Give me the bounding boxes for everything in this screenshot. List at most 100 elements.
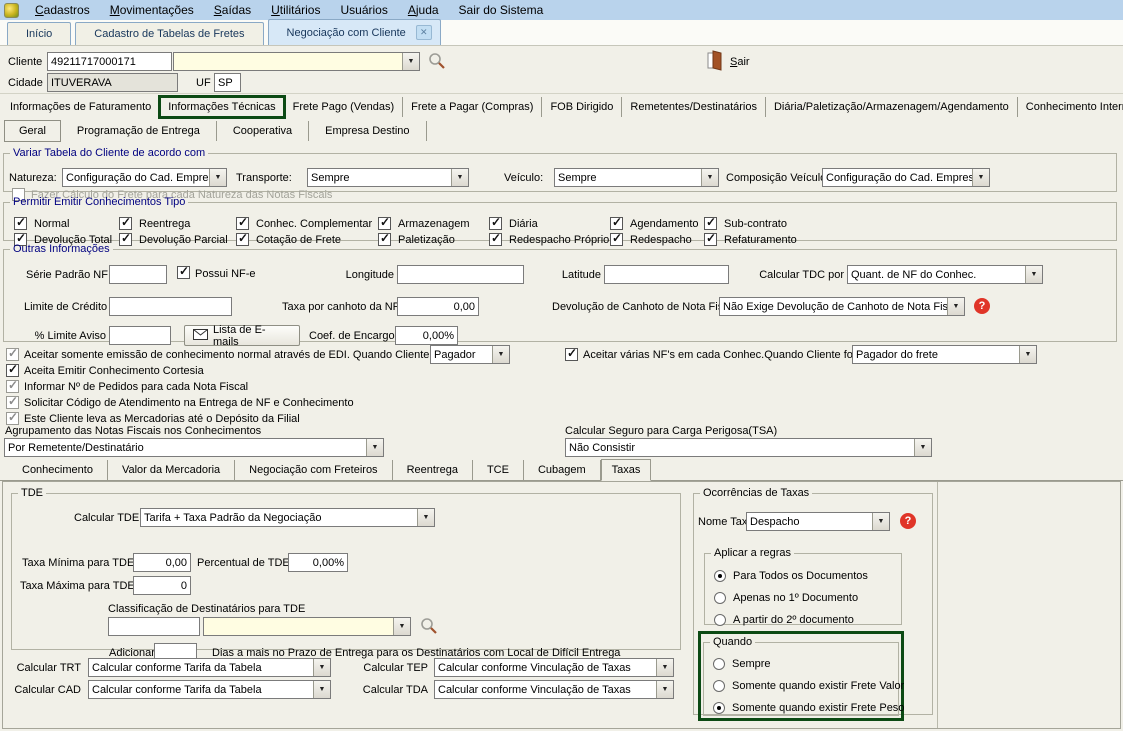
- tab-conhecimento[interactable]: Conhecimento: [8, 460, 108, 480]
- checkbox-sub-contrato[interactable]: ✓: [704, 215, 717, 230]
- taxa-minima-input[interactable]: [133, 553, 191, 572]
- checkbox-reentrega[interactable]: ✓: [119, 215, 132, 230]
- tab-cooperativa[interactable]: Cooperativa: [217, 120, 310, 141]
- tab-negociacao-freteiros[interactable]: Negociação com Freteiros: [235, 460, 393, 480]
- checkbox-diaria[interactable]: ✓: [489, 215, 502, 230]
- radio-frete-valor[interactable]: [713, 680, 725, 692]
- tab-programacao-entrega[interactable]: Programação de Entrega: [61, 120, 217, 141]
- classificacao-codigo-input[interactable]: [108, 617, 200, 636]
- pedidos-checkbox[interactable]: ✓: [6, 378, 19, 393]
- menu-usuarios[interactable]: Usuários: [330, 0, 397, 20]
- tab-inicio[interactable]: Início: [7, 22, 72, 45]
- door-exit-icon[interactable]: [707, 50, 723, 74]
- varias-nf-checkbox[interactable]: ✓: [565, 346, 578, 361]
- radio-a-partir-2-documento[interactable]: [714, 614, 726, 626]
- tab-informacoes-faturamento[interactable]: Informações de Faturamento: [2, 97, 161, 117]
- cliente-code-input[interactable]: [47, 52, 172, 71]
- tab-geral[interactable]: Geral: [4, 119, 61, 142]
- tab-cubagem[interactable]: Cubagem: [524, 460, 601, 480]
- varias-nf-cliente-combo[interactable]: Pagador do frete ▼: [852, 345, 1037, 364]
- classificacao-search-icon[interactable]: [420, 617, 438, 638]
- menu-sair-do-sistema[interactable]: Sair do Sistema: [449, 0, 554, 20]
- lista-emails-button[interactable]: Lista de E-mails: [184, 324, 300, 348]
- deposito-checkbox[interactable]: ✓: [6, 410, 19, 425]
- veiculo-combo[interactable]: Sempre ▼: [554, 168, 719, 187]
- tab-negociacao-com-cliente[interactable]: Negociação com Cliente ✕: [267, 19, 441, 45]
- menu-cadastros[interactable]: Cadastros: [25, 0, 100, 20]
- tab-remetentes-destinatarios[interactable]: Remetentes/Destinatários: [622, 97, 766, 117]
- limite-credito-input[interactable]: [109, 297, 232, 316]
- checkbox-armazenagem[interactable]: ✓: [378, 215, 391, 230]
- close-tab-icon[interactable]: ✕: [415, 25, 432, 40]
- tab-taxas[interactable]: Taxas: [600, 459, 652, 481]
- help-nome-taxa-icon[interactable]: ?: [900, 513, 916, 529]
- tab-frete-pago-vendas[interactable]: Frete Pago (Vendas): [285, 97, 404, 117]
- radio-todos-documentos[interactable]: [714, 570, 726, 582]
- varias-nf-label: Aceitar várias NF's em cada Conhec.Quand…: [583, 349, 857, 361]
- cliente-name-combo[interactable]: ▼: [173, 52, 420, 71]
- label-conhec-complementar: Conhec. Complementar: [256, 218, 373, 230]
- atendimento-checkbox[interactable]: ✓: [6, 394, 19, 409]
- composicao-veiculo-combo[interactable]: Configuração do Cad. Empresas ▼: [822, 168, 990, 187]
- tab-fob-dirigido[interactable]: FOB Dirigido: [542, 97, 623, 117]
- label-diaria: Diária: [509, 218, 538, 230]
- calcular-tde-value: Tarifa + Taxa Padrão da Negociação: [144, 512, 322, 524]
- checkbox-agendamento[interactable]: ✓: [610, 215, 623, 230]
- menu-ajuda[interactable]: Ajuda: [398, 0, 449, 20]
- radio-frete-peso[interactable]: [713, 702, 725, 714]
- search-icon[interactable]: [428, 52, 446, 73]
- calcular-tde-combo[interactable]: Tarifa + Taxa Padrão da Negociação ▼: [140, 508, 435, 527]
- edi-cliente-combo[interactable]: Pagador ▼: [430, 345, 510, 364]
- devolucao-canhoto-combo[interactable]: Não Exige Devolução de Canhoto de Nota F…: [719, 297, 965, 316]
- uf-input[interactable]: [214, 73, 241, 92]
- menu-utilitarios[interactable]: Utilitários: [261, 0, 330, 20]
- sair-button[interactable]: Sair: [730, 56, 750, 68]
- chevron-down-icon[interactable]: ▼: [402, 53, 419, 70]
- veiculo-label: Veículo:: [504, 172, 544, 184]
- checkbox-normal[interactable]: ✓: [14, 215, 27, 230]
- tab-frete-a-pagar-compras[interactable]: Frete a Pagar (Compras): [403, 97, 543, 117]
- tab-reentrega-sub[interactable]: Reentrega: [393, 460, 473, 480]
- calcular-tda-combo[interactable]: Calcular conforme Vinculação de Taxas ▼: [434, 680, 674, 699]
- calcular-trt-combo[interactable]: Calcular conforme Tarifa da Tabela ▼: [88, 658, 331, 677]
- tab-valor-mercadoria[interactable]: Valor da Mercadoria: [108, 460, 236, 480]
- tab-conhecimento-internacional[interactable]: Conhecimento Internacional: [1018, 97, 1123, 117]
- classificacao-combo[interactable]: ▼: [203, 617, 411, 636]
- taxa-maxima-label: Taxa Máxima para TDE: [20, 580, 135, 592]
- taxa-maxima-input[interactable]: [133, 576, 191, 595]
- agrupamento-combo[interactable]: Por Remetente/Destinatário ▼: [4, 438, 384, 457]
- calcular-cad-combo[interactable]: Calcular conforme Tarifa da Tabela ▼: [88, 680, 331, 699]
- menu-bar: Cadastros Movimentações Saídas Utilitári…: [0, 0, 1123, 20]
- calcular-tdc-combo[interactable]: Quant. de NF do Conhec. ▼: [847, 265, 1043, 284]
- natureza-combo[interactable]: Configuração do Cad. Empresas▼: [62, 168, 227, 187]
- radio-sempre[interactable]: [713, 658, 725, 670]
- menu-saidas[interactable]: Saídas: [204, 0, 261, 20]
- longitude-input[interactable]: [397, 265, 524, 284]
- tab-informacoes-tecnicas[interactable]: Informações Técnicas: [158, 95, 286, 119]
- tab-empresa-destino[interactable]: Empresa Destino: [309, 120, 427, 141]
- calcular-tdc-label: Calcular TDC por: [759, 269, 844, 281]
- serie-padrao-nf-input[interactable]: [109, 265, 167, 284]
- envelope-icon: [193, 328, 208, 343]
- tab-tce[interactable]: TCE: [473, 460, 524, 480]
- taxa-canhoto-input[interactable]: [397, 297, 479, 316]
- latitude-input[interactable]: [604, 265, 729, 284]
- transporte-combo[interactable]: Sempre ▼: [307, 168, 469, 187]
- label-armazenagem: Armazenagem: [398, 218, 470, 230]
- edi-checkbox[interactable]: ✓: [6, 346, 19, 361]
- possui-nfe-checkbox[interactable]: ✓: [177, 264, 190, 279]
- menu-movimentacoes[interactable]: Movimentações: [100, 0, 204, 20]
- tab-diaria-paletizacao[interactable]: Diária/Paletização/Armazenagem/Agendamen…: [766, 97, 1018, 117]
- cortesia-checkbox[interactable]: ✓: [6, 362, 19, 377]
- limite-aviso-input[interactable]: [109, 326, 171, 345]
- coef-encargos-input[interactable]: [395, 326, 458, 345]
- help-devolucao-icon[interactable]: ?: [974, 298, 990, 314]
- percentual-tde-input[interactable]: [288, 553, 348, 572]
- checkbox-conhec-complementar[interactable]: ✓: [236, 215, 249, 230]
- nome-taxa-combo[interactable]: Despacho ▼: [746, 512, 890, 531]
- tab-cadastro-tabelas-fretes[interactable]: Cadastro de Tabelas de Fretes: [75, 22, 264, 45]
- calcular-tep-combo[interactable]: Calcular conforme Vinculação de Taxas ▼: [434, 658, 674, 677]
- radio-apenas-1-documento[interactable]: [714, 592, 726, 604]
- seguro-carga-combo[interactable]: Não Consistir ▼: [565, 438, 932, 457]
- pedidos-label: Informar Nº de Pedidos para cada Nota Fi…: [24, 381, 249, 393]
